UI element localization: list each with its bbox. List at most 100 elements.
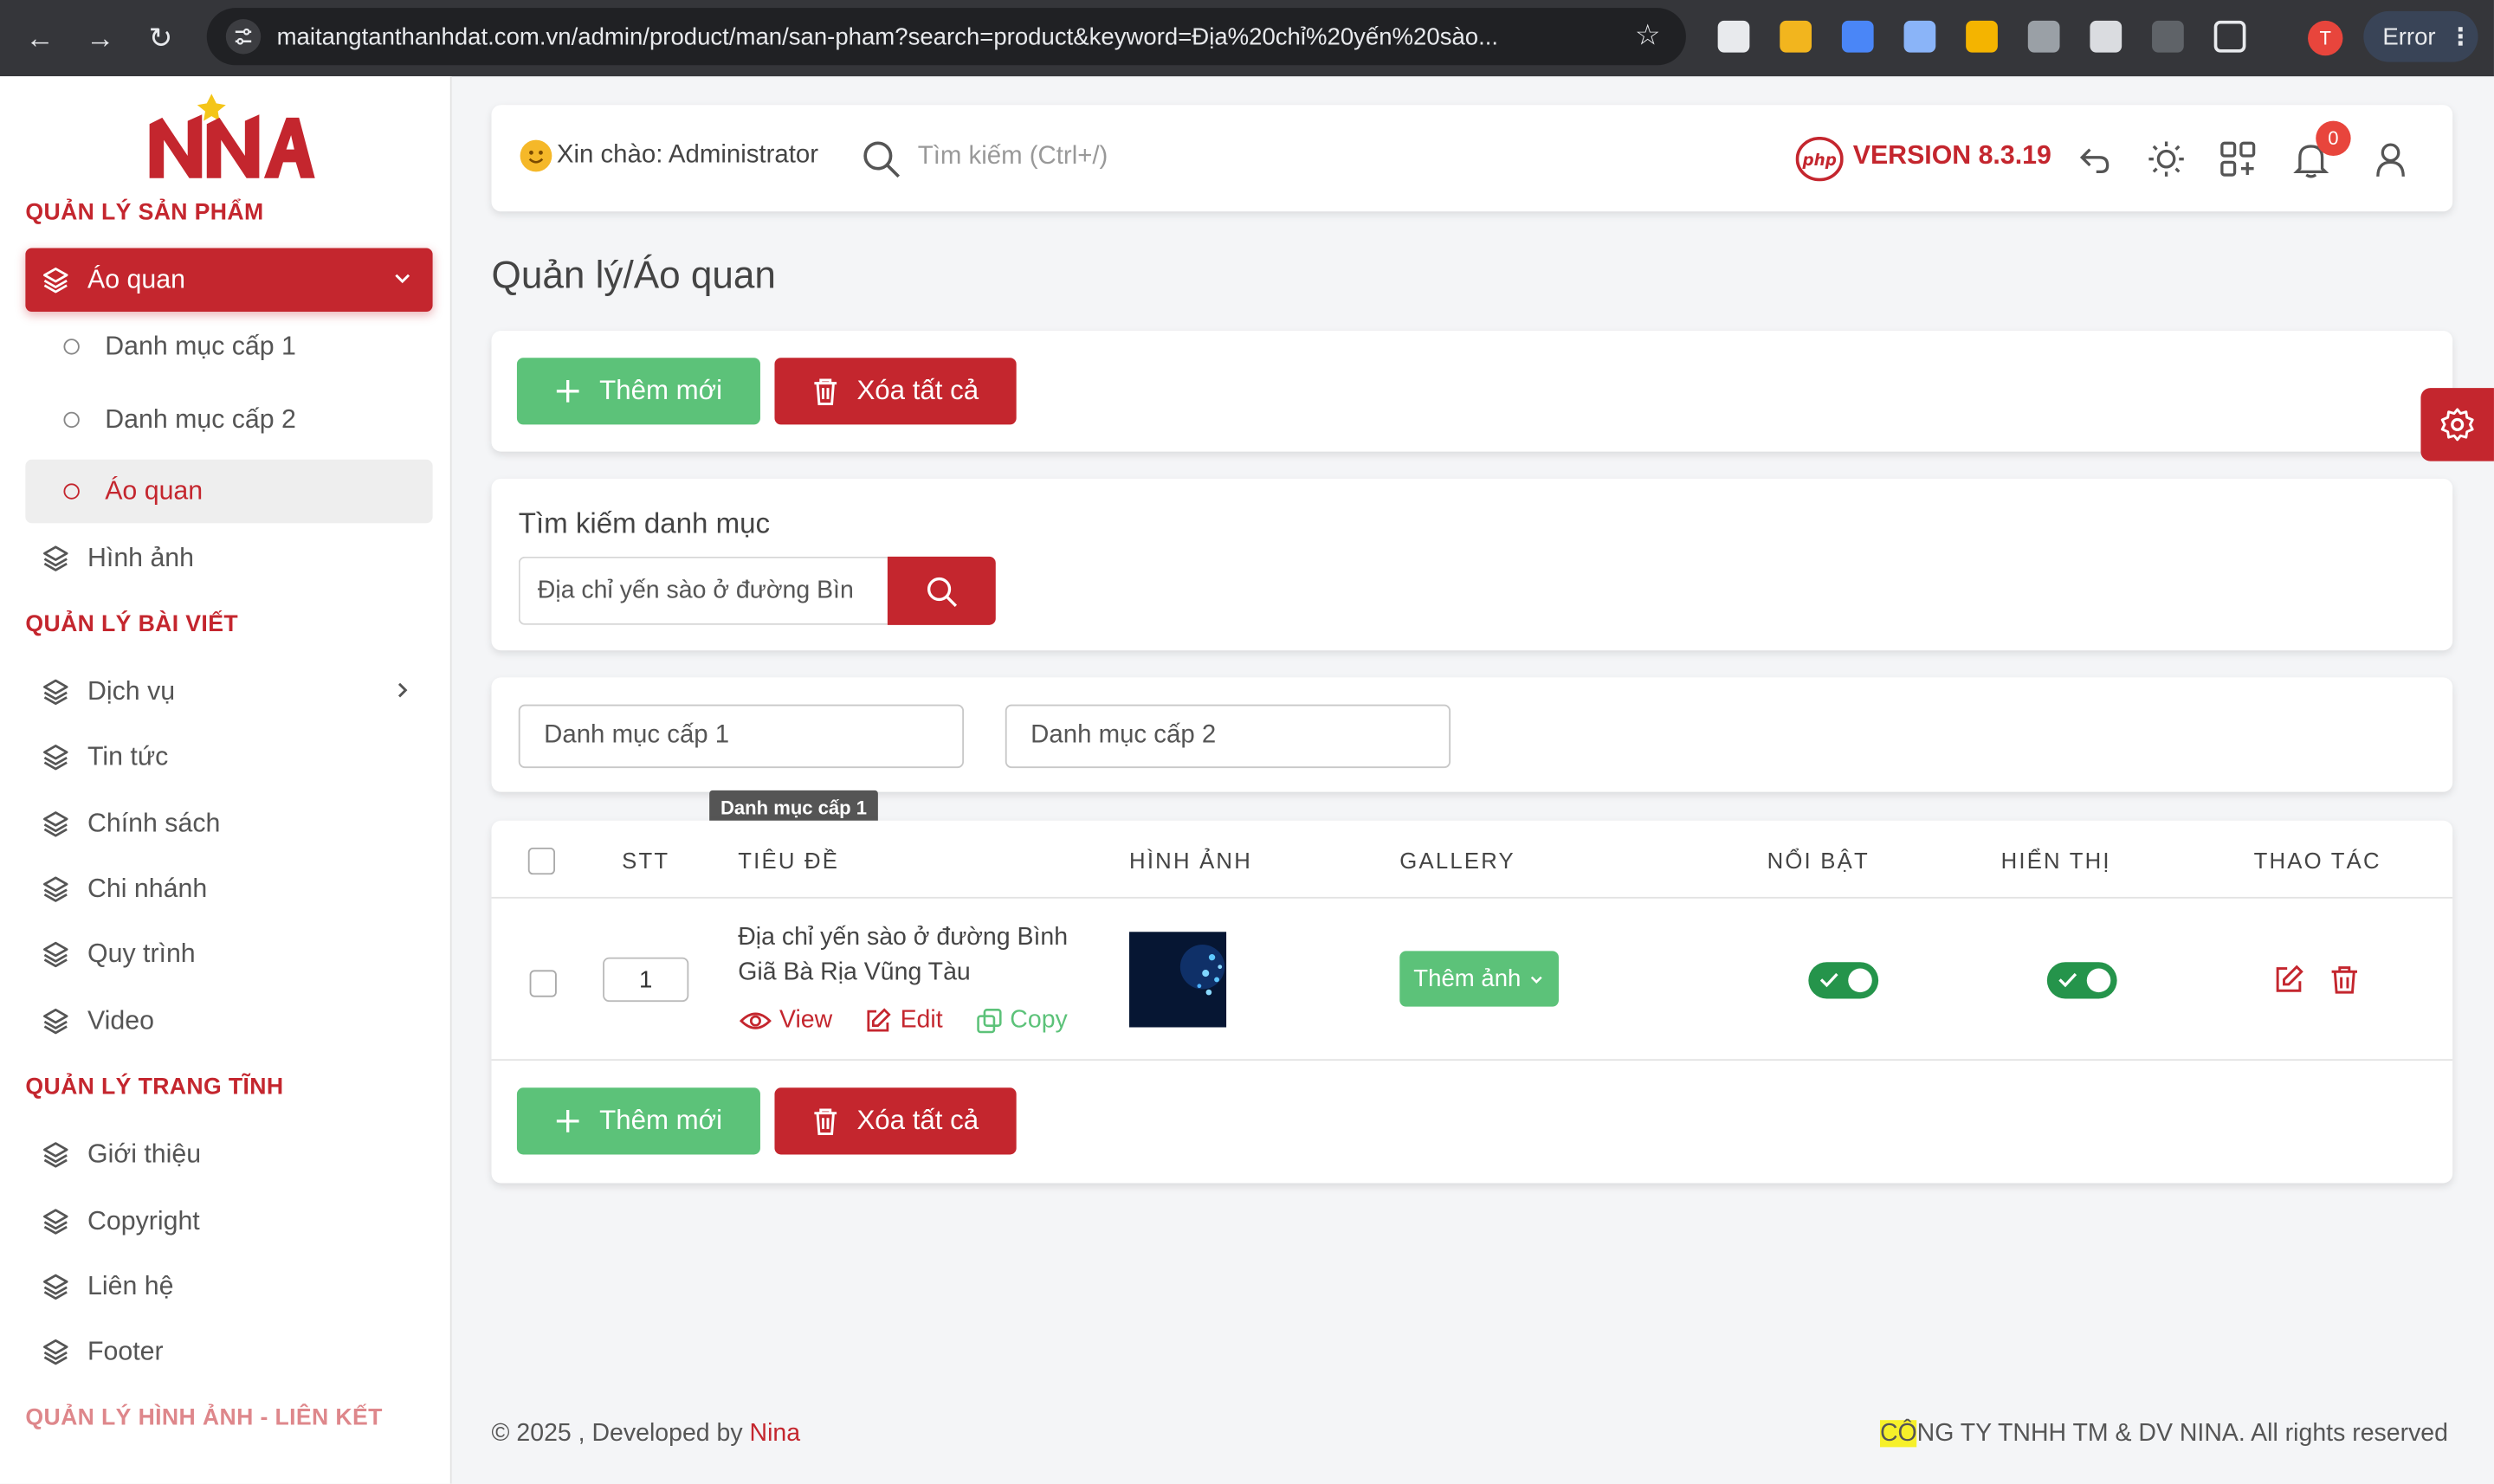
extension-icon[interactable] xyxy=(1780,20,1812,53)
extensions-puzzle-icon[interactable] xyxy=(2213,20,2246,53)
layers-icon xyxy=(43,1274,68,1300)
nina-logo[interactable] xyxy=(146,89,321,182)
check-icon xyxy=(2058,972,2077,988)
search-submit-button[interactable] xyxy=(887,556,996,625)
keyword-search-input[interactable]: Địa chỉ yến sào ở đường Bìn xyxy=(518,556,888,625)
footer-credit-text: © 2025 , Developed by xyxy=(491,1420,750,1448)
extension-icon[interactable] xyxy=(1966,20,1998,53)
error-label: Error xyxy=(2382,23,2436,50)
layers-icon xyxy=(43,876,68,902)
layers-icon xyxy=(43,941,68,968)
column-header-title: TIÊU ĐỀ xyxy=(738,847,840,874)
featured-toggle[interactable] xyxy=(1808,962,1879,999)
copy-link[interactable]: Copy xyxy=(977,1007,1068,1036)
profile-avatar[interactable]: T xyxy=(2308,20,2343,56)
highlighted-text: CÔ xyxy=(1879,1420,1917,1448)
sidebar-subitem-ao-quan[interactable]: Áo quan xyxy=(25,459,433,524)
edit-icon[interactable] xyxy=(2273,964,2305,996)
sidebar-item-chi-nhanh[interactable]: Chi nhánh xyxy=(25,857,432,920)
edit-link[interactable]: Edit xyxy=(863,1007,943,1036)
notification-count-badge: 0 xyxy=(2316,120,2351,156)
stt-input[interactable]: 1 xyxy=(603,957,689,1003)
error-button[interactable]: Error ⋮ xyxy=(2363,10,2478,62)
apps-grid-icon[interactable] xyxy=(2217,139,2258,180)
extension-icon[interactable] xyxy=(2027,20,2060,53)
address-bar[interactable]: maitangtanthanhdat.com.vn/admin/product/… xyxy=(206,8,1686,66)
column-header-image: HÌNH ẢNH xyxy=(1129,847,1252,874)
product-thumbnail[interactable] xyxy=(1129,932,1227,1028)
menu-dots-icon: ⋮ xyxy=(2448,23,2472,51)
back-arrow-icon[interactable] xyxy=(2074,139,2116,180)
add-new-label: Thêm mới xyxy=(599,1105,723,1136)
sidebar-item-quy-trinh[interactable]: Quy trình xyxy=(25,922,432,985)
sidebar-item-tin-tuc[interactable]: Tin tức xyxy=(25,726,432,789)
add-new-button-bottom[interactable]: Thêm mới xyxy=(516,1087,760,1155)
toggle-knob xyxy=(1848,968,1872,993)
sidebar-item-copyright[interactable]: Copyright xyxy=(25,1190,432,1253)
view-link[interactable]: View xyxy=(740,1007,832,1036)
sidebar-item-gioi-thieu[interactable]: Giới thiệu xyxy=(25,1123,432,1186)
sidebar-subitem-level1[interactable]: Danh mục cấp 1 xyxy=(25,315,432,378)
extension-icon[interactable] xyxy=(1717,20,1750,53)
search-label: Tìm kiếm danh mục xyxy=(518,506,771,539)
visible-toggle[interactable] xyxy=(2046,962,2117,999)
sidebar-subitem-label: Áo quan xyxy=(105,476,204,506)
add-image-button[interactable]: Thêm ảnh xyxy=(1399,951,1559,1007)
add-new-button[interactable]: Thêm mới xyxy=(516,358,760,425)
sidebar-item-dich-vu[interactable]: Dịch vụ xyxy=(25,660,432,723)
footer-brand-link[interactable]: Nina xyxy=(750,1420,801,1447)
trash-icon[interactable] xyxy=(2329,964,2361,996)
category-level1-select[interactable]: Danh mục cấp 1 xyxy=(518,704,965,769)
row-checkbox[interactable] xyxy=(529,970,557,997)
layers-icon xyxy=(43,679,68,706)
delete-all-label: Xóa tất cả xyxy=(856,1105,979,1136)
gear-icon xyxy=(2440,408,2474,442)
sidebar-item-video[interactable]: Video xyxy=(25,989,432,1052)
sidebar-item-ao-quan[interactable]: Áo quan xyxy=(25,248,433,312)
footer-copyright: CÔNG TY TNHH TM & DV NINA. All rights re… xyxy=(1879,1420,2448,1449)
sidebar-item-label: Chính sách xyxy=(87,808,221,838)
sidebar-item-chinh-sach[interactable]: Chính sách xyxy=(25,792,432,855)
category-level2-select[interactable]: Danh mục cấp 2 xyxy=(1005,704,1451,769)
sidebar-item-hinh-anh[interactable]: Hình ảnh xyxy=(25,526,432,590)
reload-icon[interactable]: ↻ xyxy=(133,11,187,65)
sun-icon[interactable] xyxy=(2146,139,2187,180)
greeting-text: Xin chào: Administrator xyxy=(556,141,819,169)
smiley-icon xyxy=(520,139,552,172)
sidebar-item-label: Giới thiệu xyxy=(87,1139,202,1169)
sidebar-subitem-level2[interactable]: Danh mục cấp 2 xyxy=(25,388,432,451)
trash-icon xyxy=(813,378,837,405)
search-icon[interactable] xyxy=(861,139,902,180)
layers-icon xyxy=(43,545,68,571)
sidebar-item-label: Hình ảnh xyxy=(87,543,195,572)
forward-icon[interactable]: → xyxy=(73,11,126,65)
sidebar-item-footer[interactable]: Footer xyxy=(25,1319,432,1383)
delete-all-label: Xóa tất cả xyxy=(856,375,979,406)
check-icon xyxy=(1819,972,1838,988)
settings-gear-button[interactable] xyxy=(2420,388,2494,461)
extension-icon[interactable] xyxy=(2090,20,2122,53)
view-label: View xyxy=(779,1006,833,1034)
plus-icon xyxy=(556,1110,579,1132)
footer-copyright-text: NG TY TNHH TM & DV NINA. All rights rese… xyxy=(1916,1420,2448,1448)
back-icon[interactable]: ← xyxy=(13,11,67,65)
select-all-checkbox[interactable] xyxy=(527,847,556,875)
sidebar-item-lien-he[interactable]: Liên hệ xyxy=(25,1255,432,1318)
layers-icon xyxy=(43,745,68,771)
bookmark-star-icon[interactable]: ☆ xyxy=(1635,19,1661,53)
site-settings-icon[interactable] xyxy=(225,19,262,55)
extension-icon[interactable] xyxy=(1903,20,1936,53)
extension-icon[interactable] xyxy=(2152,20,2184,53)
sidebar-item-label: Copyright xyxy=(87,1206,200,1236)
header-search-input[interactable]: Tìm kiếm (Ctrl+/) xyxy=(918,143,1108,171)
sidebar-subitem-label: Danh mục cấp 1 xyxy=(105,331,296,361)
sidebar-item-label: Footer xyxy=(87,1336,164,1365)
delete-all-button[interactable]: Xóa tất cả xyxy=(774,358,1017,425)
layers-icon xyxy=(43,1209,68,1235)
delete-all-button-bottom[interactable]: Xóa tất cả xyxy=(774,1087,1017,1155)
header-divider xyxy=(491,896,2453,899)
extension-icon[interactable] xyxy=(1841,20,1874,53)
footer-credit: © 2025 , Developed by Nina xyxy=(492,1420,801,1449)
thumbnail-image xyxy=(1129,932,1227,1028)
user-icon[interactable] xyxy=(2370,139,2412,180)
